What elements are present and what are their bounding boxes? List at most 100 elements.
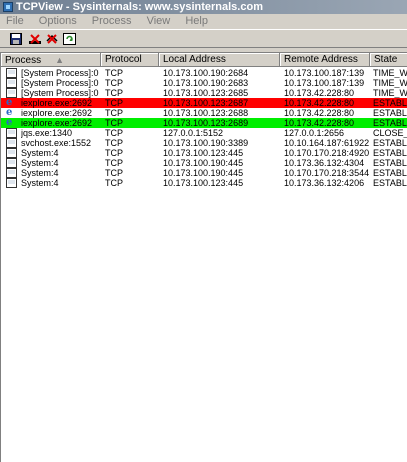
menu-process[interactable]: Process (92, 15, 132, 27)
process-cell: System:4 (21, 158, 59, 168)
menu-view[interactable]: View (147, 15, 171, 27)
remote-address-cell: 10.173.36.132:4206 (284, 178, 365, 188)
column-header-remote-address[interactable]: Remote Address (280, 53, 370, 67)
sort-ascending-icon: ▲ (55, 55, 65, 65)
column-header-process[interactable]: Process ▲ (1, 53, 101, 67)
state-cell: ESTABLISHED (373, 118, 407, 128)
process-cell: iexplore.exe:2692 (21, 108, 93, 118)
protocol-cell: TCP (105, 108, 123, 118)
local-address-cell: 10.173.100.190:445 (163, 158, 244, 168)
monitor-icon (6, 128, 17, 138)
tcpview-app-icon (3, 2, 13, 12)
process-cell: System:4 (21, 168, 59, 178)
title-bar[interactable]: TCPView - Sysinternals: www.sysinternals… (0, 0, 407, 14)
local-address-cell: 10.173.100.190:445 (163, 168, 244, 178)
remote-address-cell: 10.173.36.132:4304 (284, 158, 365, 168)
state-cell: TIME_WAIT (373, 78, 407, 88)
protocol-cell: TCP (105, 168, 123, 178)
state-cell: ESTABLISHED (373, 108, 407, 118)
toolbar (0, 29, 407, 48)
remote-address-cell: 10.170.170.218:4920 (284, 148, 370, 158)
protocol-cell: TCP (105, 148, 123, 158)
local-address-cell: 10.173.100.123:2685 (163, 88, 249, 98)
monitor-icon (6, 158, 17, 168)
protocol-cell: TCP (105, 178, 123, 188)
state-cell: ESTABLISHED (373, 148, 407, 158)
monitor-icon (6, 178, 17, 188)
state-cell: TIME_WAIT (373, 68, 407, 78)
state-cell: ESTABLISHED (373, 98, 407, 108)
process-cell: System:4 (21, 178, 59, 188)
connection-row[interactable]: svchost.exe:1552 TCP 10.173.100.190:3389 10… (1, 138, 407, 148)
protocol-cell: TCP (105, 118, 123, 128)
connection-row[interactable]: System:4 TCP 10.173.100.190:445 10.170.170.… (1, 168, 407, 178)
protocol-cell: TCP (105, 88, 123, 98)
local-address-cell: 10.173.100.190:2684 (163, 68, 249, 78)
monitor-icon (6, 148, 17, 158)
state-cell: CLOSE_WAIT (373, 128, 407, 138)
monitor-icon (6, 168, 17, 178)
column-header-local-address[interactable]: Local Address (159, 53, 280, 67)
state-cell: ESTABLISHED (373, 158, 407, 168)
window-title: TCPView - Sysinternals: www.sysinternals… (16, 1, 263, 13)
process-cell: jqs.exe:1340 (21, 128, 73, 138)
save-icon (10, 33, 22, 45)
remote-address-cell: 10.173.42.228:80 (284, 98, 355, 108)
process-cell: System:4 (21, 148, 59, 158)
column-header-row: Process ▲ Protocol Local Address Remote A… (1, 53, 407, 67)
stop-a-icon (29, 34, 41, 44)
remote-address-cell: 10.173.42.228:80 (284, 108, 355, 118)
menu-bar: File Options Process View Help (0, 14, 407, 29)
process-cell: svchost.exe:1552 (21, 138, 92, 148)
tcpview-window: TCPView - Sysinternals: www.sysinternals… (0, 0, 407, 462)
connections-list[interactable]: Process ▲ Protocol Local Address Remote A… (0, 52, 407, 462)
connection-row[interactable]: System:4 TCP 10.173.100.123:445 10.170.170.… (1, 148, 407, 158)
monitor-icon (6, 78, 17, 88)
remote-address-cell: 10.10.164.187:61922 (284, 138, 370, 148)
state-cell: ESTABLISHED (373, 178, 407, 188)
menu-help[interactable]: Help (185, 15, 208, 27)
local-address-cell: 10.173.100.123:445 (163, 148, 244, 158)
connection-row[interactable]: System:4 TCP 10.173.100.190:445 10.173.36.1… (1, 158, 407, 168)
remote-address-cell: 10.173.42.228:80 (284, 118, 355, 128)
connection-row[interactable]: [System Process]:0 TCP 10.173.100.123:2685… (1, 88, 407, 98)
local-address-cell: 10.173.100.123:445 (163, 178, 244, 188)
process-cell: [System Process]:0 (21, 88, 99, 98)
local-address-cell: 10.173.100.123:2687 (163, 98, 249, 108)
connection-row[interactable]: e iexplore.exe:2692 TCP 10.173.100.123:2689… (1, 118, 407, 128)
local-address-cell: 10.173.100.123:2688 (163, 108, 249, 118)
state-cell: ESTABLISHED (373, 168, 407, 178)
local-address-cell: 127.0.0.1:5152 (163, 128, 224, 138)
protocol-cell: TCP (105, 128, 123, 138)
connection-row[interactable]: e iexplore.exe:2692 TCP 10.173.100.123:2687… (1, 98, 407, 108)
monitor-icon (6, 138, 17, 148)
process-cell: [System Process]:0 (21, 78, 99, 88)
connection-row[interactable]: [System Process]:0 TCP 10.173.100.190:2683… (1, 78, 407, 88)
column-header-protocol[interactable]: Protocol (101, 53, 159, 67)
local-address-cell: 10.173.100.123:2689 (163, 118, 249, 128)
protocol-cell: TCP (105, 68, 123, 78)
connection-rows: [System Process]:0 TCP 10.173.100.190:2684… (1, 68, 407, 188)
connection-row[interactable]: jqs.exe:1340 TCP 127.0.0.1:5152 127.0.0.1:2… (1, 128, 407, 138)
connection-row[interactable]: e iexplore.exe:2692 TCP 10.173.100.123:2688… (1, 108, 407, 119)
menu-options[interactable]: Options (39, 15, 77, 27)
state-cell: TIME_WAIT (373, 88, 407, 98)
refresh-button[interactable] (63, 33, 77, 45)
save-button[interactable] (10, 33, 24, 45)
process-cell: iexplore.exe:2692 (21, 118, 93, 128)
local-address-cell: 10.173.100.190:3389 (163, 138, 249, 148)
menu-file[interactable]: File (6, 15, 24, 27)
connection-row[interactable]: System:4 TCP 10.173.100.123:445 10.173.36.1… (1, 178, 407, 188)
protocol-cell: TCP (105, 138, 123, 148)
stop-b-button[interactable] (45, 33, 59, 45)
connection-row[interactable]: [System Process]:0 TCP 10.173.100.190:2684… (1, 68, 407, 78)
column-header-state[interactable]: State (370, 53, 407, 67)
remote-address-cell: 127.0.0.1:2656 (284, 128, 345, 138)
refresh-icon (63, 33, 76, 45)
remote-address-cell: 10.173.42.228:80 (284, 88, 355, 98)
stop-a-button[interactable] (28, 33, 42, 45)
remote-address-cell: 10.173.100.187:139 (284, 78, 365, 88)
protocol-cell: TCP (105, 98, 123, 108)
process-cell: [System Process]:0 (21, 68, 99, 78)
protocol-cell: TCP (105, 158, 123, 168)
